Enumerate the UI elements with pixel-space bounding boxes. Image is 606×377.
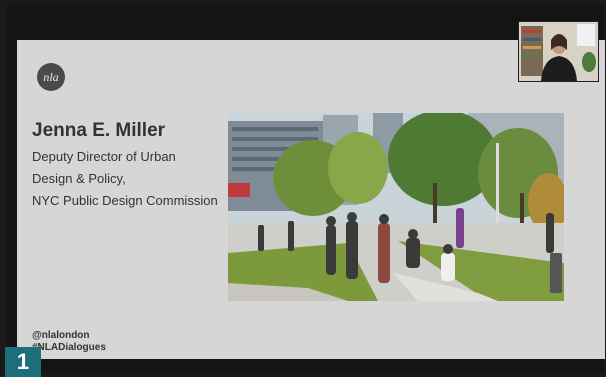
nla-logo: nla bbox=[37, 63, 65, 91]
plaza-photo-image bbox=[228, 113, 564, 301]
plaza-photo bbox=[228, 113, 564, 301]
speaker-name: Jenna E. Miller bbox=[32, 120, 166, 141]
slide-number-badge: 1 bbox=[5, 347, 41, 377]
presentation-slide: nla Jenna E. Miller Deputy Director of U… bbox=[17, 40, 605, 359]
badge-number: 1 bbox=[16, 349, 30, 374]
hashtag: #NLADialogues bbox=[32, 342, 106, 353]
logo-text: nla bbox=[43, 69, 59, 84]
social-handles: @nlalondon #NLADialogues bbox=[32, 330, 106, 354]
speaker-role: Deputy Director of Urban Design & Policy… bbox=[32, 146, 218, 212]
twitter-handle: @nlalondon bbox=[32, 330, 90, 341]
role-line: Design & Policy, bbox=[32, 171, 126, 186]
participant-video-image bbox=[519, 22, 598, 81]
role-line: NYC Public Design Commission bbox=[32, 193, 218, 208]
role-line: Deputy Director of Urban bbox=[32, 149, 176, 164]
participant-video-tile[interactable] bbox=[518, 21, 599, 82]
